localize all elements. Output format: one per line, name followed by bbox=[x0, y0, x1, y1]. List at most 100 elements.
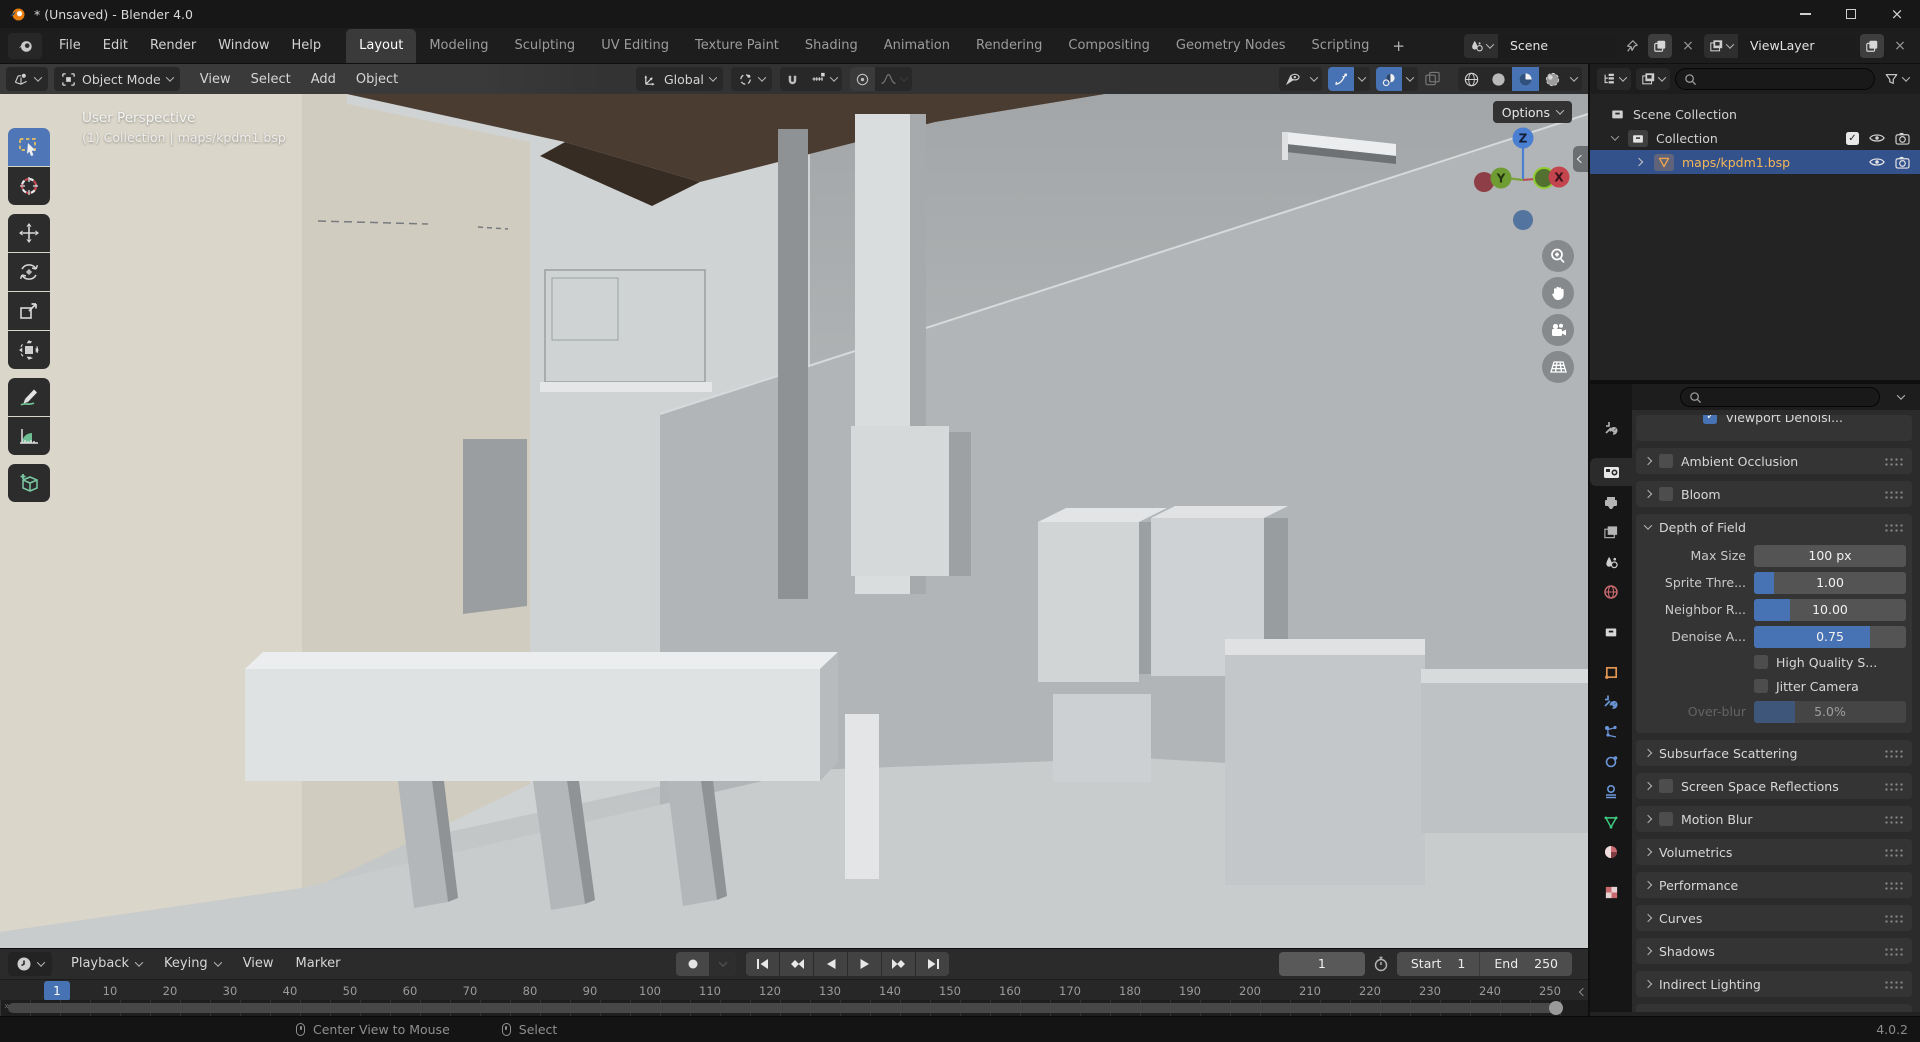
current-frame-field[interactable]: 1 bbox=[1279, 952, 1365, 976]
expand-icon[interactable] bbox=[1644, 881, 1652, 889]
viewlayer-name[interactable]: ViewLayer bbox=[1738, 34, 1856, 58]
mode-dropdown[interactable]: Object Mode bbox=[54, 67, 180, 91]
overlays-dropdown[interactable] bbox=[1402, 67, 1418, 91]
timeline-scrollbar[interactable] bbox=[8, 1003, 1562, 1013]
tab-layout[interactable]: Layout bbox=[346, 29, 416, 63]
expand-icon[interactable] bbox=[1644, 457, 1652, 465]
expand-icon[interactable] bbox=[1644, 815, 1652, 823]
tab-uv-editing[interactable]: UV Editing bbox=[588, 29, 682, 63]
panel-screen-space-reflections[interactable]: Screen Space Reflections bbox=[1636, 773, 1912, 799]
tab-world[interactable] bbox=[1590, 578, 1632, 606]
next-keyframe-icon[interactable] bbox=[882, 952, 915, 976]
minimize-button[interactable] bbox=[1782, 0, 1828, 28]
xray-toggle-icon[interactable] bbox=[1424, 71, 1452, 87]
menu-select[interactable]: Select bbox=[241, 72, 301, 87]
close-button[interactable]: × bbox=[1874, 0, 1920, 28]
tool-scale[interactable] bbox=[8, 292, 50, 330]
tab-constraints[interactable] bbox=[1590, 778, 1632, 806]
camera-restrict-icon[interactable] bbox=[1895, 132, 1910, 145]
drag-grip-icon[interactable] bbox=[1884, 457, 1903, 466]
timeline-collapse-arrow[interactable] bbox=[1580, 984, 1586, 999]
object-visibility-icon[interactable] bbox=[1279, 67, 1306, 91]
tab-tool[interactable] bbox=[1590, 414, 1632, 442]
editor-type-button[interactable] bbox=[6, 67, 48, 91]
tab-texture-paint[interactable]: Texture Paint bbox=[682, 29, 792, 63]
tab-object-data[interactable] bbox=[1590, 808, 1632, 836]
outliner-row-maps-kpdm1[interactable]: maps/kpdm1.bsp bbox=[1590, 150, 1920, 174]
jitter-camera-checkbox[interactable] bbox=[1754, 679, 1768, 693]
playback-menu[interactable]: Playback bbox=[60, 956, 153, 971]
tab-scripting[interactable]: Scripting bbox=[1299, 29, 1383, 63]
snap-target-dropdown[interactable] bbox=[805, 67, 842, 91]
timeline-editor-type-button[interactable] bbox=[8, 952, 52, 976]
outliner-display-mode[interactable] bbox=[1636, 68, 1670, 90]
panel-motion-blur[interactable]: Motion Blur bbox=[1636, 806, 1912, 832]
tab-modifiers[interactable] bbox=[1590, 688, 1632, 716]
panel-film[interactable]: Film bbox=[1636, 1004, 1912, 1012]
high-quality-slight-defocus-checkbox[interactable] bbox=[1754, 655, 1768, 669]
menu-render[interactable]: Render bbox=[139, 28, 207, 63]
bloom-checkbox[interactable] bbox=[1659, 487, 1673, 501]
panel-curves[interactable]: Curves bbox=[1636, 905, 1912, 931]
navigation-gizmo[interactable]: Y X Z bbox=[1470, 120, 1580, 242]
drag-grip-icon[interactable] bbox=[1884, 848, 1903, 857]
drag-grip-icon[interactable] bbox=[1884, 815, 1903, 824]
expand-icon[interactable] bbox=[1644, 947, 1652, 955]
panel-subsurface-scattering[interactable]: Subsurface Scattering bbox=[1636, 740, 1912, 766]
drag-grip-icon[interactable] bbox=[1884, 914, 1903, 923]
maximize-button[interactable] bbox=[1828, 0, 1874, 28]
tab-render[interactable] bbox=[1590, 458, 1632, 486]
tool-select-box[interactable] bbox=[8, 128, 50, 166]
start-frame-field[interactable]: Start 1 bbox=[1397, 952, 1480, 976]
outliner-row-scene-collection[interactable]: Scene Collection bbox=[1590, 102, 1920, 126]
tab-view-layer[interactable] bbox=[1590, 518, 1632, 546]
snap-toggle-magnet-icon[interactable] bbox=[780, 67, 805, 91]
disclosure-triangle-icon[interactable] bbox=[1611, 132, 1619, 140]
properties-search-input[interactable] bbox=[1680, 387, 1880, 407]
outliner-editor-type-button[interactable] bbox=[1597, 68, 1631, 90]
new-scene-copy-icon[interactable] bbox=[1648, 34, 1672, 58]
shading-dropdown[interactable] bbox=[1566, 67, 1582, 91]
tab-physics[interactable] bbox=[1590, 748, 1632, 776]
menu-help[interactable]: Help bbox=[281, 28, 333, 63]
timeline-ruler[interactable]: 1020304050607080901001101201301401501601… bbox=[0, 979, 1588, 1001]
menu-edit[interactable]: Edit bbox=[92, 28, 139, 63]
expand-icon[interactable] bbox=[1644, 980, 1652, 988]
expand-icon[interactable] bbox=[1644, 749, 1652, 757]
jump-to-end-icon[interactable] bbox=[916, 952, 949, 976]
material-preview-shading-icon[interactable] bbox=[1512, 67, 1539, 91]
tab-material[interactable] bbox=[1590, 838, 1632, 866]
sprite-threshold-slider[interactable]: 1.00 bbox=[1754, 572, 1906, 594]
end-frame-field[interactable]: End 250 bbox=[1479, 952, 1572, 976]
orientation-dropdown[interactable]: Global bbox=[636, 67, 723, 91]
expand-icon[interactable] bbox=[1644, 490, 1652, 498]
visibility-dropdown[interactable] bbox=[1306, 67, 1322, 91]
ambient-occlusion-checkbox[interactable] bbox=[1659, 454, 1673, 468]
gizmo-dropdown[interactable] bbox=[1354, 67, 1370, 91]
scene-selector[interactable]: Scene bbox=[1464, 34, 1616, 58]
timeline-marker-menu[interactable]: Marker bbox=[285, 956, 352, 971]
zoom-icon[interactable] bbox=[1542, 240, 1574, 272]
wireframe-shading-icon[interactable] bbox=[1458, 67, 1485, 91]
auto-keying-record-icon[interactable] bbox=[676, 952, 709, 976]
panel-bloom[interactable]: Bloom bbox=[1636, 481, 1912, 507]
tab-rendering[interactable]: Rendering bbox=[963, 29, 1055, 63]
ssr-checkbox[interactable] bbox=[1659, 779, 1673, 793]
pivot-dropdown[interactable] bbox=[731, 67, 772, 91]
jump-to-start-icon[interactable] bbox=[746, 952, 779, 976]
panel-volumetrics[interactable]: Volumetrics bbox=[1636, 839, 1912, 865]
tool-transform[interactable] bbox=[8, 331, 50, 369]
ortho-grid-icon[interactable] bbox=[1542, 351, 1574, 383]
tab-animation[interactable]: Animation bbox=[871, 29, 963, 63]
tab-object[interactable] bbox=[1590, 658, 1632, 686]
prev-keyframe-icon[interactable] bbox=[780, 952, 813, 976]
tool-move[interactable] bbox=[8, 214, 50, 252]
panel-shadows[interactable]: Shadows bbox=[1636, 938, 1912, 964]
scene-name[interactable]: Scene bbox=[1498, 34, 1616, 58]
viewport-denoising-checkbox[interactable]: ✓ bbox=[1703, 415, 1717, 424]
properties-options-dropdown[interactable] bbox=[1897, 391, 1905, 399]
tab-compositing[interactable]: Compositing bbox=[1055, 29, 1163, 63]
viewlayer-selector[interactable]: ViewLayer bbox=[1704, 34, 1856, 58]
keying-menu[interactable]: Keying bbox=[153, 956, 232, 971]
collection-checkbox[interactable]: ✓ bbox=[1846, 132, 1859, 145]
